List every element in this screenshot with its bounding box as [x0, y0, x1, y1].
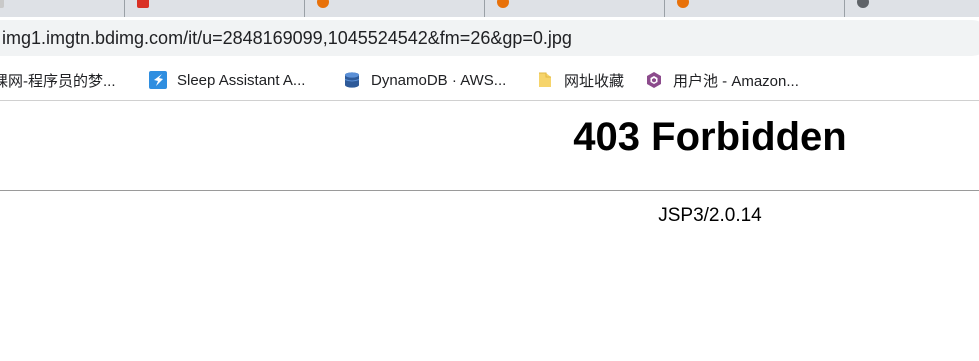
- bookmark-cognito-user-pool[interactable]: 用户池 - Amazon...: [645, 59, 799, 101]
- bookmark-imooc[interactable]: 慕课网-程序员的梦...: [0, 59, 116, 101]
- bookmarks-bar: 慕课网-程序员的梦... Sleep Assistant A... Dynamo…: [0, 59, 979, 101]
- browser-tab[interactable]: [125, 0, 305, 17]
- sleep-assistant-icon: [149, 71, 167, 89]
- server-signature: JSP3/2.0.14: [658, 205, 762, 226]
- browser-tab[interactable]: [485, 0, 665, 17]
- page-title: 403 Forbidden: [573, 115, 847, 159]
- tab-favicon-icon: [0, 0, 4, 8]
- browser-tab[interactable]: [665, 0, 845, 17]
- bookmark-folder-favorites[interactable]: 网址收藏: [536, 59, 624, 101]
- page-content: 403 Forbidden JSP3/2.0.14: [0, 101, 979, 361]
- bookmark-label: Sleep Assistant A...: [177, 71, 306, 89]
- bookmark-label: 用户池 - Amazon...: [673, 72, 799, 90]
- tab-favicon-icon: [497, 0, 509, 8]
- bookmark-dynamodb[interactable]: DynamoDB · AWS...: [343, 59, 506, 101]
- tab-favicon-icon: [677, 0, 689, 8]
- address-bar-url[interactable]: img1.imgtn.bdimg.com/it/u=2848169099,104…: [2, 20, 572, 56]
- divider: [0, 190, 979, 191]
- browser-tab[interactable]: [845, 0, 979, 17]
- cognito-icon: [647, 72, 661, 88]
- bookmark-label: 网址收藏: [564, 72, 625, 90]
- folder-icon: [539, 72, 551, 87]
- bookmark-label: DynamoDB · AWS...: [371, 71, 507, 89]
- tab-strip: [0, 0, 979, 17]
- tab-favicon-icon: [137, 0, 149, 8]
- tab-favicon-icon: [317, 0, 329, 8]
- bookmark-sleep-assistant[interactable]: Sleep Assistant A...: [149, 59, 305, 101]
- browser-tab[interactable]: [305, 0, 485, 17]
- browser-toolbar: img1.imgtn.bdimg.com/it/u=2848169099,104…: [0, 17, 979, 59]
- bookmark-label: 慕课网-程序员的梦...: [0, 72, 116, 90]
- browser-tab[interactable]: [0, 0, 125, 17]
- tab-favicon-icon: [857, 0, 869, 8]
- dynamodb-icon: [344, 72, 360, 88]
